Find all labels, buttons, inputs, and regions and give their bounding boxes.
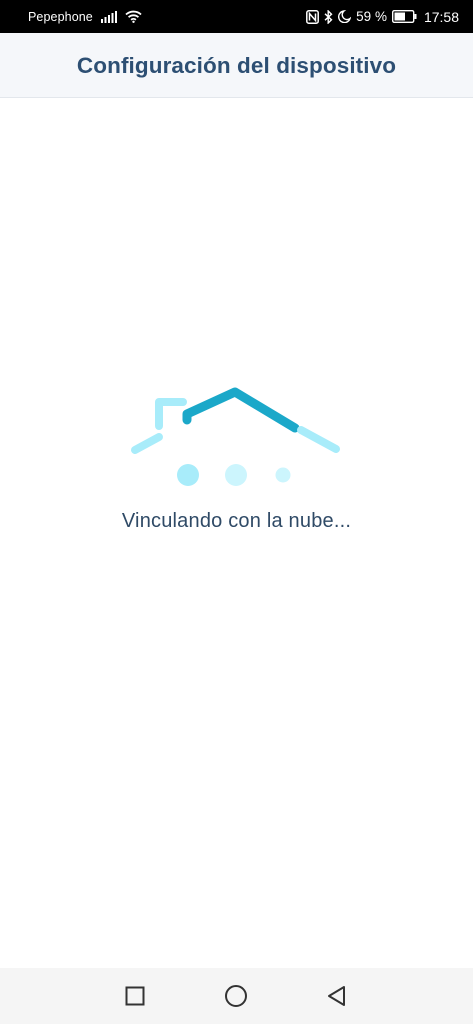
screen: Pepephone 59 % 17:58 Configuración del d… — [0, 0, 473, 1024]
recent-apps-button[interactable] — [121, 982, 149, 1010]
nfc-icon — [306, 9, 320, 24]
signal-icon — [100, 10, 117, 23]
do-not-disturb-moon-icon — [338, 10, 352, 23]
circle-icon — [225, 985, 247, 1007]
battery-percent: 59 % — [356, 9, 387, 24]
nav-bar — [0, 968, 473, 1024]
page-title: Configuración del dispositivo — [76, 52, 397, 78]
house-loading-icon — [125, 383, 347, 493]
home-button[interactable] — [222, 982, 250, 1010]
status-bar: Pepephone 59 % 17:58 — [0, 0, 473, 33]
status-left: Pepephone — [28, 10, 142, 24]
square-icon — [125, 986, 145, 1006]
loading-message: Vinculando con la nube... — [121, 510, 352, 532]
app-header: Configuración del dispositivo — [0, 33, 473, 98]
clock: 17:58 — [423, 8, 459, 25]
carrier-label: Pepephone — [28, 9, 93, 24]
status-right: 59 % 17:58 — [306, 9, 459, 25]
loading-dot — [275, 467, 291, 483]
battery-icon — [391, 10, 417, 23]
wifi-icon — [125, 10, 142, 23]
triangle-back-icon — [328, 986, 345, 1006]
loading-dot — [177, 464, 199, 486]
back-button[interactable] — [322, 982, 350, 1010]
bluetooth-icon — [324, 9, 333, 24]
loading-dot — [225, 464, 247, 486]
